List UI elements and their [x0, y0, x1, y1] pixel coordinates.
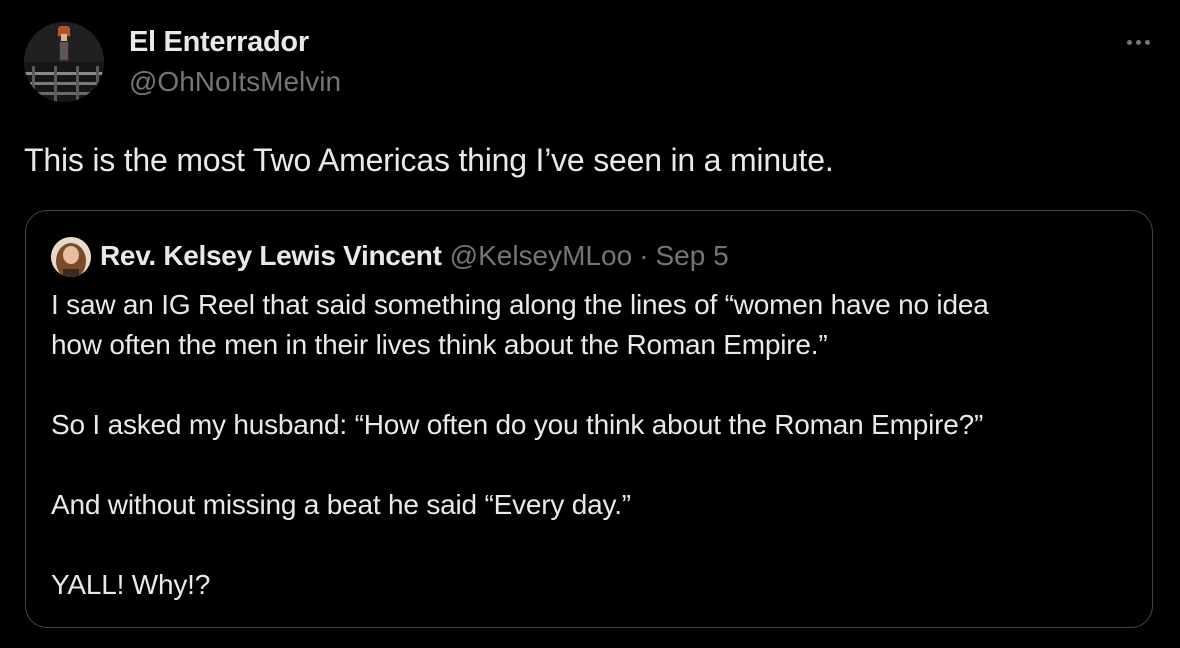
quoted-text-line: I saw an IG Reel that said something alo…: [51, 289, 989, 320]
quoted-author-name[interactable]: Rev. Kelsey Lewis Vincent: [100, 240, 442, 272]
quoted-author-handle[interactable]: @KelseyMLoo: [450, 240, 633, 272]
author-handle[interactable]: @OhNoItsMelvin: [129, 66, 341, 98]
more-options-icon[interactable]: [1118, 26, 1158, 58]
author-display-name[interactable]: El Enterrador: [129, 26, 309, 59]
quoted-tweet-date[interactable]: Sep 5: [655, 240, 728, 272]
quoted-author-avatar[interactable]: [51, 237, 91, 277]
quoted-tweet-header: Rev. Kelsey Lewis Vincent @KelseyMLoo · …: [100, 240, 729, 272]
header-separator: ·: [639, 240, 649, 271]
quoted-text-line: YALL! Why!?: [51, 569, 211, 600]
tweet-text: This is the most Two Americas thing I’ve…: [24, 142, 834, 178]
quoted-text-line: how often the men in their lives think a…: [51, 329, 828, 360]
quoted-tweet-card[interactable]: Rev. Kelsey Lewis Vincent @KelseyMLoo · …: [25, 210, 1153, 628]
tweet: El Enterrador @OhNoItsMelvin This is the…: [0, 0, 1180, 648]
author-avatar[interactable]: [24, 22, 104, 102]
quoted-tweet-text: I saw an IG Reel that said something alo…: [51, 285, 989, 605]
more-dot: [1135, 39, 1141, 45]
quoted-text-line: So I asked my husband: “How often do you…: [51, 409, 984, 440]
quoted-text-line: And without missing a beat he said “Ever…: [51, 489, 631, 520]
more-dot: [1144, 39, 1150, 45]
more-dot: [1126, 39, 1132, 45]
